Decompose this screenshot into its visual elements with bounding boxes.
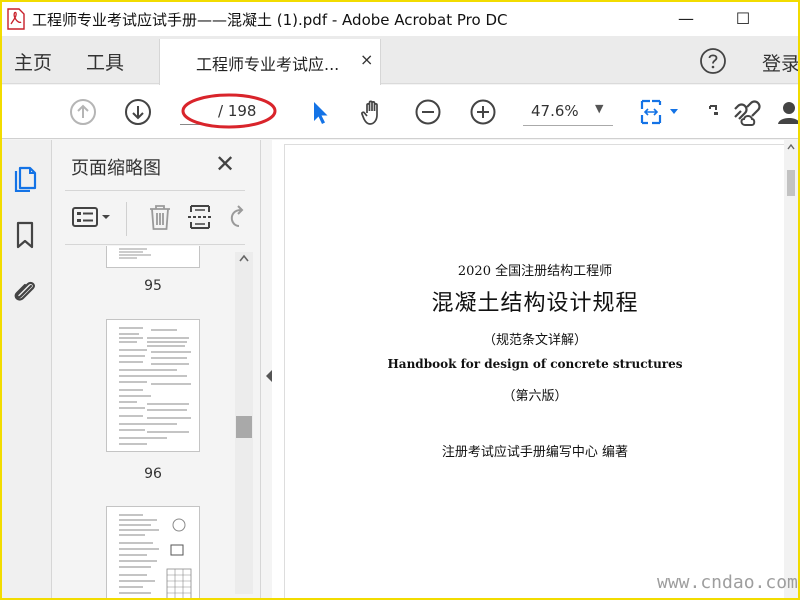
thumbnail-page[interactable]	[106, 319, 200, 452]
zoom-out-icon[interactable]	[413, 97, 443, 127]
hand-tool-icon[interactable]	[358, 97, 388, 127]
page-preview	[119, 327, 191, 445]
scrollbar-thumb[interactable]	[787, 170, 795, 196]
pages-icon[interactable]	[11, 162, 39, 192]
panel-close-button[interactable]: ✕	[215, 150, 235, 178]
thumbnail-panel: 页面缩略图 ✕ 95 96	[53, 140, 261, 598]
divider	[126, 202, 127, 236]
divider	[65, 190, 245, 191]
menu-home[interactable]: 主页	[14, 48, 52, 75]
watermark: www.cndao.com	[657, 572, 798, 593]
scan-icon[interactable]	[702, 97, 720, 127]
doc-title: 混凝土结构设计规程	[431, 291, 639, 316]
chevron-down-icon: ▼	[595, 102, 604, 115]
divider	[65, 244, 245, 245]
prev-page-icon[interactable]	[68, 97, 98, 127]
document-tab-label: 工程师专业考试应...	[196, 55, 340, 74]
maximize-button[interactable]: ☐	[720, 4, 766, 34]
minimize-button[interactable]: —	[663, 4, 709, 34]
bookmark-icon[interactable]	[11, 220, 39, 250]
thumbnail-list: 95 96	[53, 246, 253, 598]
attachment-icon[interactable]	[11, 276, 39, 306]
zoom-dropdown[interactable]: 47.6% ▼	[523, 98, 613, 126]
user-icon[interactable]	[772, 97, 798, 127]
pdf-page: 2020 全国注册结构工程师 混凝土结构设计规程 （规范条文详解） Handbo…	[284, 144, 784, 598]
thumbnail-label: 96	[144, 466, 162, 482]
rotate-icon[interactable]	[225, 202, 249, 232]
document-tab[interactable]: 工程师专业考试应... ×	[159, 39, 381, 85]
doc-edition: （第六版）	[502, 389, 568, 404]
thumbnail-scrollbar[interactable]	[235, 252, 253, 594]
document-scrollbar[interactable]	[784, 140, 798, 598]
doc-english-title: Handbook for design of concrete structur…	[387, 357, 683, 371]
thumbnail-page[interactable]	[106, 506, 200, 598]
scroll-up-icon[interactable]	[239, 254, 249, 262]
page-preview	[119, 514, 192, 598]
scroll-up-icon[interactable]	[787, 144, 795, 150]
acrobat-icon	[7, 8, 25, 30]
toolbar: / 198 47.6% ▼	[2, 85, 798, 139]
doc-subtitle: 2020 全国注册结构工程师	[457, 264, 613, 279]
document-view[interactable]: 2020 全国注册结构工程师 混凝土结构设计规程 （规范条文详解） Handbo…	[272, 140, 798, 598]
select-cursor-icon[interactable]	[305, 97, 335, 127]
menu-tools[interactable]: 工具	[86, 48, 124, 75]
app-window: 工程师专业考试应试手册——混凝土 (1).pdf - Adobe Acrobat…	[0, 0, 800, 600]
highlight-ellipse	[181, 93, 277, 129]
delete-icon[interactable]	[145, 202, 175, 232]
scrollbar-thumb[interactable]	[236, 416, 252, 438]
menu-bar: 主页 工具 工程师专业考试应... × 登录	[2, 36, 798, 85]
panel-title: 页面缩略图	[71, 158, 161, 179]
doc-author: 注册考试应试手册编写中心 编著	[441, 445, 629, 460]
help-icon[interactable]	[699, 47, 727, 75]
document-tab-close-button[interactable]: ×	[360, 50, 373, 69]
zoom-value: 47.6%	[531, 102, 579, 120]
next-page-icon[interactable]	[123, 97, 153, 127]
title-bar: 工程师专业考试应试手册——混凝土 (1).pdf - Adobe Acrobat…	[2, 2, 798, 36]
fit-page-icon[interactable]	[638, 97, 684, 127]
extract-page-icon[interactable]	[185, 202, 215, 232]
left-sidebar	[2, 140, 52, 598]
login-button[interactable]: 登录	[762, 49, 798, 76]
share-link-icon[interactable]	[727, 97, 763, 127]
window-title: 工程师专业考试应试手册——混凝土 (1).pdf - Adobe Acrobat…	[32, 11, 508, 29]
thumbnail-options-icon[interactable]	[71, 202, 113, 232]
thumbnail-page[interactable]	[106, 246, 200, 268]
doc-subheading: （规范条文详解）	[482, 333, 587, 348]
zoom-in-icon[interactable]	[468, 97, 498, 127]
panel-toolbar	[65, 196, 249, 244]
page-preview	[119, 248, 151, 259]
thumbnail-label: 95	[144, 278, 162, 294]
